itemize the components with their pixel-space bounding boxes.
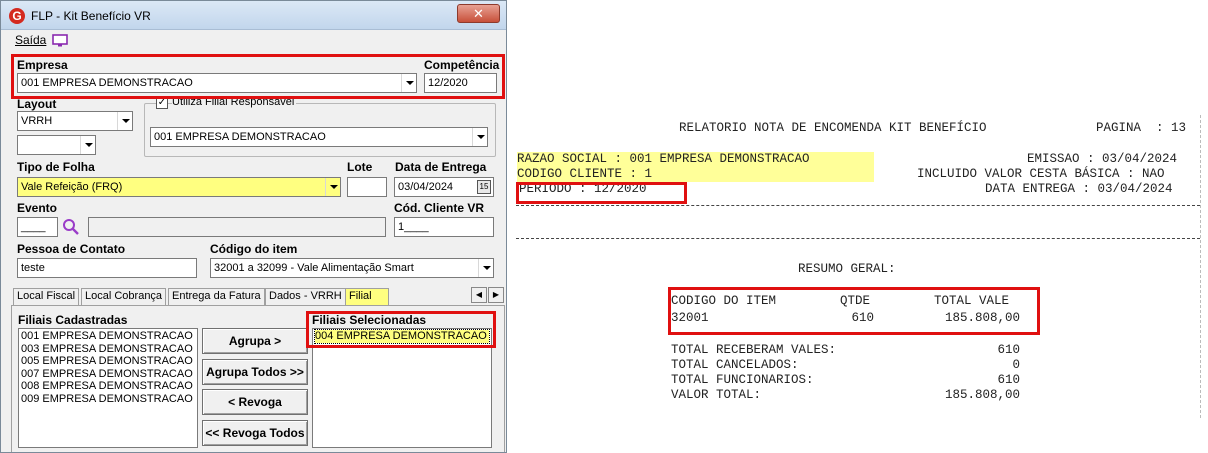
report-total-value: 610: [997, 373, 1020, 387]
evento-description: [88, 217, 386, 237]
tab-scroll-left-icon[interactable]: ◀: [471, 287, 487, 303]
layout-label: Layout: [17, 97, 57, 111]
codigo-item-select[interactable]: 32001 a 32099 - Vale Alimentação Smart: [210, 258, 494, 278]
list-item[interactable]: 005 EMPRESA DEMONSTRACAO: [21, 355, 195, 368]
report-col-qtde: QTDE: [840, 294, 871, 308]
empresa-value: 001 EMPRESA DEMONSTRACAO: [21, 77, 193, 89]
cod-cliente-input[interactable]: 1____: [394, 217, 494, 237]
codigo-item-value: 32001 a 32099 - Vale Alimentação Smart: [214, 262, 414, 274]
report-codigo-cliente: CODIGO CLIENTE : 1: [517, 167, 874, 182]
close-button[interactable]: ✕: [457, 4, 500, 23]
monitor-icon[interactable]: [52, 34, 68, 47]
filiais-cadastradas-list[interactable]: 001 EMPRESA DEMONSTRACAO 003 EMPRESA DEM…: [18, 328, 198, 448]
report-row-total: 185.808,00: [944, 311, 1020, 325]
report-emissao: EMISSAO : 03/04/2024: [1027, 152, 1178, 166]
lote-label: Lote: [347, 160, 373, 174]
filiais-cadastradas-label: Filiais Cadastradas: [18, 313, 128, 327]
report-total-label: TOTAL CANCELADOS:: [671, 358, 799, 372]
report-data-entrega: DATA ENTREGA : 03/04/2024: [985, 182, 1173, 196]
report-row-item: 32001: [671, 311, 709, 325]
list-item[interactable]: 004 EMPRESA DEMONSTRACAO: [314, 329, 490, 344]
report-total-value: 185.808,00: [944, 388, 1020, 402]
data-entrega-label: Data de Entrega: [395, 160, 487, 174]
report-incluido-cesta: INCLUIDO VALOR CESTA BÁSICA : NAO: [917, 167, 1165, 181]
lote-input[interactable]: [347, 177, 387, 197]
menu-item-saida[interactable]: Saída: [15, 33, 46, 47]
tipo-folha-value: Vale Refeição (FRQ): [21, 181, 123, 193]
filial-tab-panel: Filiais Cadastradas 001 EMPRESA DEMONSTR…: [11, 305, 505, 452]
competencia-input[interactable]: 12/2020: [424, 73, 497, 93]
report-total-value: 610: [997, 343, 1020, 357]
tipo-folha-select[interactable]: Vale Refeição (FRQ): [17, 177, 341, 197]
report-total-label: VALOR TOTAL:: [671, 388, 762, 402]
list-item[interactable]: 009 EMPRESA DEMONSTRACAO: [21, 393, 195, 406]
report-col-total: TOTAL VALE: [934, 294, 1010, 308]
report-total-label: TOTAL FUNCIONARIOS:: [671, 373, 814, 387]
list-item[interactable]: 008 EMPRESA DEMONSTRACAO: [21, 380, 195, 393]
tab-local-fiscal[interactable]: Local Fiscal: [13, 288, 80, 305]
menu-bar: Saída: [1, 30, 506, 52]
report-title: RELATORIO NOTA DE ENCOMENDA KIT BENEFÍCI…: [679, 121, 987, 135]
filiais-selecionadas-label: Filiais Selecionadas: [312, 313, 427, 327]
report-separator: [516, 205, 1200, 206]
codigo-item-label: Código do item: [210, 242, 298, 256]
pessoa-contato-input[interactable]: teste: [17, 258, 197, 278]
layout-secondary-select[interactable]: [17, 135, 96, 155]
layout-select[interactable]: VRRH: [17, 111, 133, 131]
tab-entrega-fatura[interactable]: Entrega da Fatura: [168, 288, 265, 305]
chevron-down-icon[interactable]: [472, 128, 487, 146]
revoga-button[interactable]: < Revoga: [202, 389, 308, 415]
chevron-down-icon[interactable]: [325, 178, 340, 196]
evento-code-input[interactable]: ____: [17, 217, 58, 237]
list-item[interactable]: 007 EMPRESA DEMONSTRACAO: [21, 368, 195, 381]
search-icon[interactable]: [62, 218, 80, 236]
tab-local-cobranca[interactable]: Local Cobrança: [81, 288, 167, 305]
layout-value: VRRH: [21, 115, 53, 127]
agrupa-button[interactable]: Agrupa >: [202, 328, 308, 354]
report-row-qtde: 610: [851, 311, 874, 325]
filial-responsavel-value: 001 EMPRESA DEMONSTRACAO: [154, 131, 326, 143]
report-col-item: CODIGO DO ITEM: [671, 294, 777, 308]
pessoa-contato-label: Pessoa de Contato: [17, 242, 126, 256]
filial-responsavel-select[interactable]: 001 EMPRESA DEMONSTRACAO: [150, 127, 488, 147]
report-total-value: 0: [1012, 358, 1020, 372]
filiais-selecionadas-list[interactable]: 004 EMPRESA DEMONSTRACAO: [312, 328, 492, 448]
report-periodo: PERIODO : 12/2020: [519, 182, 647, 196]
tab-filial[interactable]: Filial: [345, 288, 389, 305]
report-resumo-geral: RESUMO GERAL:: [798, 262, 896, 276]
chevron-down-icon[interactable]: [80, 136, 95, 154]
utiliza-filial-checkbox[interactable]: ✓: [156, 97, 168, 109]
title-bar[interactable]: G FLP - Kit Benefício VR ✕: [1, 1, 506, 30]
empresa-label: Empresa: [17, 58, 68, 72]
agrupa-todos-button[interactable]: Agrupa Todos >>: [202, 359, 308, 385]
tab-scroll-right-icon[interactable]: ▶: [488, 287, 504, 303]
application-window: G FLP - Kit Benefício VR ✕ Saída Empresa…: [0, 0, 507, 453]
chevron-down-icon[interactable]: [478, 259, 493, 277]
calendar-icon[interactable]: 15: [477, 180, 491, 194]
empresa-select[interactable]: 001 EMPRESA DEMONSTRACAO: [17, 73, 417, 93]
competencia-label: Competência: [424, 58, 500, 72]
tipo-folha-label: Tipo de Folha: [17, 160, 95, 174]
tab-dados-vrrh[interactable]: Dados - VRRH: [265, 288, 346, 305]
report-razao-social: RAZAO SOCIAL : 001 EMPRESA DEMONSTRACAO: [517, 152, 874, 167]
data-entrega-value: 03/04/2024: [398, 181, 454, 193]
data-entrega-input[interactable]: 03/04/2024 15: [394, 177, 494, 197]
app-logo-icon: G: [9, 8, 25, 24]
list-item[interactable]: 003 EMPRESA DEMONSTRACAO: [21, 343, 195, 356]
window-title: FLP - Kit Benefício VR: [31, 9, 151, 23]
chevron-down-icon[interactable]: [117, 112, 132, 130]
report-preview: RELATORIO NOTA DE ENCOMENDA KIT BENEFÍCI…: [516, 115, 1201, 418]
report-separator: [516, 238, 1200, 239]
revoga-todos-button[interactable]: << Revoga Todos: [202, 420, 308, 446]
report-pagina: PAGINA : 13: [1096, 121, 1187, 135]
cod-cliente-label: Cód. Cliente VR: [394, 201, 485, 215]
utiliza-filial-label: Utiliza Filial Responsável: [172, 96, 297, 108]
report-total-label: TOTAL RECEBERAM VALES:: [671, 343, 837, 357]
chevron-down-icon[interactable]: [401, 74, 416, 92]
list-item[interactable]: 001 EMPRESA DEMONSTRACAO: [21, 330, 195, 343]
evento-label: Evento: [17, 201, 58, 215]
